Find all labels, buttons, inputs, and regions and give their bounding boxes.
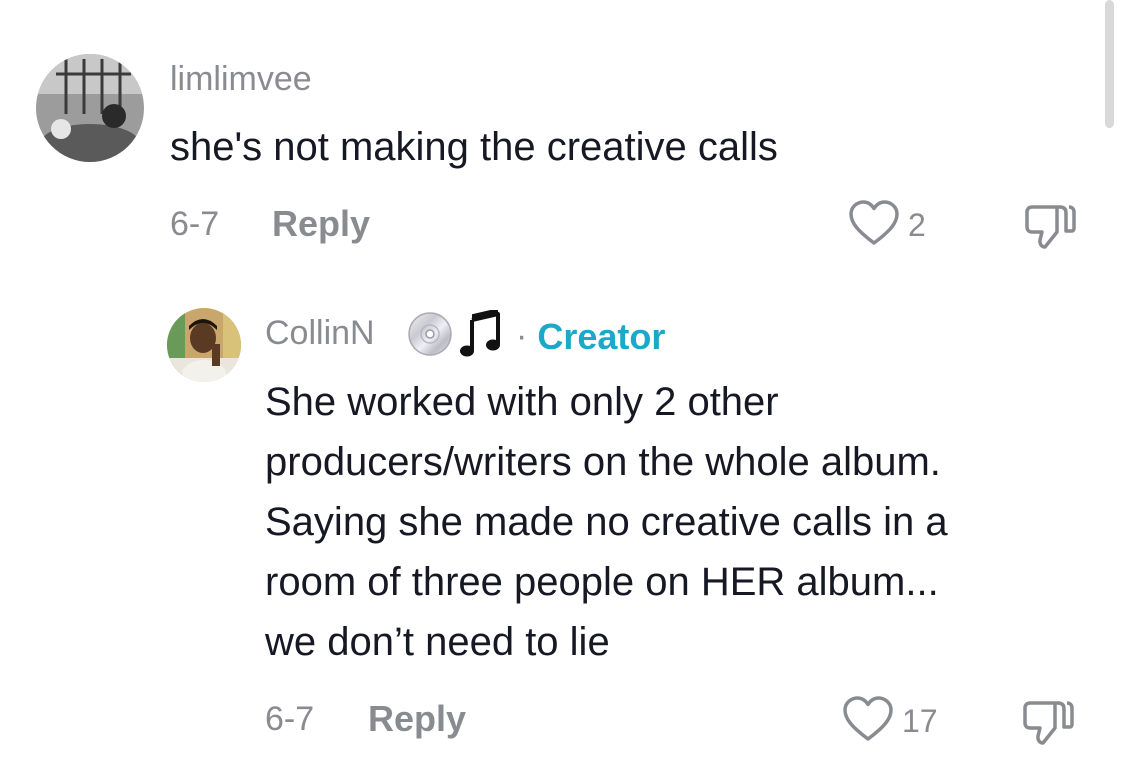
heart-icon <box>842 696 894 747</box>
dislike-button[interactable] <box>1024 204 1076 255</box>
dislike-button[interactable] <box>1022 700 1074 751</box>
thumbs-down-icon <box>1024 205 1076 254</box>
heart-icon <box>848 200 900 251</box>
separator-dot: · <box>516 317 528 355</box>
avatar[interactable] <box>36 54 144 162</box>
comment-text-line: we don’t need to lie <box>265 620 610 664</box>
comment-date: 6-7 <box>170 205 220 243</box>
comment-text-line: she's not making the creative calls <box>170 125 778 169</box>
like-count: 17 <box>902 703 938 739</box>
avatar[interactable] <box>167 308 241 382</box>
comment-text: she's not making the creative calls <box>170 117 778 177</box>
like-button[interactable]: 17 <box>842 696 938 747</box>
comment-username[interactable]: limlimvee <box>170 60 312 99</box>
comment-text: She worked with only 2 other producers/w… <box>265 372 948 672</box>
comment-text-line: She worked with only 2 other <box>265 380 779 424</box>
reply-button[interactable]: Reply <box>368 698 466 740</box>
reply-button[interactable]: Reply <box>272 203 370 245</box>
disc-icon <box>406 310 454 363</box>
creator-label: Creator <box>537 315 666 357</box>
music-note-icon <box>460 308 504 363</box>
like-button[interactable]: 2 <box>848 200 926 251</box>
comment-text-line: Saying she made no creative calls in a <box>265 500 948 544</box>
comment-text-line: producers/writers on the whole album. <box>265 440 941 484</box>
creator-badges: · Creator <box>406 308 666 363</box>
comment-date: 6-7 <box>265 700 315 738</box>
comment-username[interactable]: CollinN <box>265 314 375 353</box>
like-count: 2 <box>908 207 926 243</box>
comment-text-line: room of three people on HER album... <box>265 560 939 604</box>
thumbs-down-icon <box>1022 701 1074 750</box>
scrollbar[interactable] <box>1105 0 1114 128</box>
